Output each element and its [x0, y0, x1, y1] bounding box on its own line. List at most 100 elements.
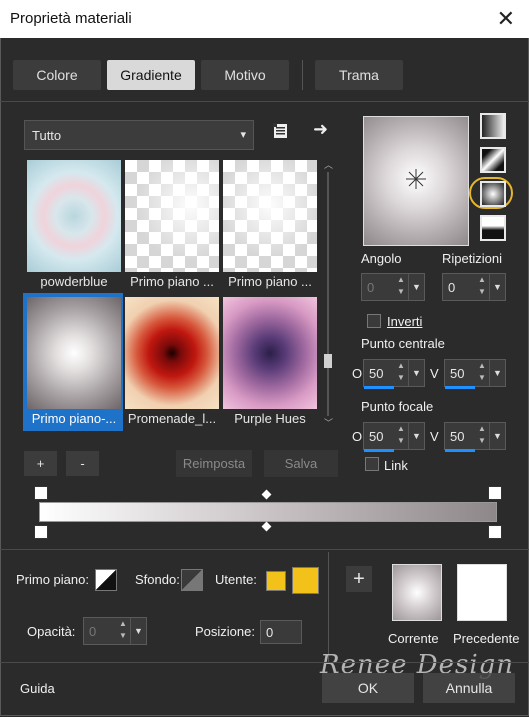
- center-horizontal-input[interactable]: 50 ▲ ▼ ▼: [363, 359, 425, 389]
- value-bar: [445, 449, 475, 452]
- spinner-arrows-icon[interactable]: ▲ ▼: [394, 423, 408, 449]
- swatch-preview: [223, 160, 317, 272]
- link-checkbox[interactable]: [365, 457, 379, 471]
- tab-gradiente[interactable]: Gradiente: [107, 60, 195, 90]
- tab-colore[interactable]: Colore: [13, 60, 101, 90]
- focal-horizontal-input[interactable]: 50 ▲ ▼ ▼: [363, 422, 425, 452]
- background-swatch[interactable]: [181, 569, 203, 591]
- focal-point-label: Punto focale: [361, 399, 434, 414]
- current-material-preview[interactable]: [392, 564, 442, 621]
- value-bar: [445, 386, 475, 389]
- gradient-list-scrollbar[interactable]: ︿ ﹀: [322, 158, 334, 430]
- chevron-down-icon[interactable]: ▼: [408, 274, 424, 300]
- center-o-value: 50: [369, 366, 384, 381]
- spinner-arrows-icon[interactable]: ▲ ▼: [475, 360, 489, 386]
- divider: [0, 101, 529, 102]
- center-point-icon: [406, 169, 426, 189]
- chevron-down-icon[interactable]: ▼: [408, 423, 424, 449]
- gradient-swatch-primo-piano-1[interactable]: Primo piano ...: [125, 160, 219, 289]
- reset-button[interactable]: Reimposta: [176, 450, 252, 477]
- foreground-swatch[interactable]: [95, 569, 117, 591]
- gradient-swatch-purple-hues[interactable]: Purple Hues: [223, 297, 317, 426]
- gradient-swatch-promenade[interactable]: Promenade_l...: [125, 297, 219, 426]
- angle-input[interactable]: 0 ▲ ▼ ▼: [361, 273, 425, 301]
- invert-checkbox[interactable]: [367, 314, 381, 328]
- position-input[interactable]: 0: [260, 620, 302, 644]
- gradient-editor-bar[interactable]: [39, 502, 497, 522]
- category-value: Tutto: [32, 128, 62, 143]
- link-label: Link: [384, 458, 408, 473]
- repeats-label: Ripetizioni: [442, 251, 502, 266]
- close-icon[interactable]: ✕: [497, 6, 515, 32]
- chevron-down-icon[interactable]: ▼: [489, 360, 505, 386]
- gradient-swatch-powderblue[interactable]: powderblue: [27, 160, 121, 289]
- swatch-label: powderblue: [40, 274, 108, 289]
- spinner-arrows-icon[interactable]: ▲ ▼: [475, 274, 489, 300]
- spinner-arrows-icon[interactable]: ▲ ▼: [394, 360, 408, 386]
- chevron-down-icon[interactable]: ▼: [408, 360, 424, 386]
- scroll-down-icon[interactable]: ﹀: [324, 416, 333, 429]
- user-color-large-swatch[interactable]: [292, 567, 319, 594]
- center-v-value: 50: [450, 366, 465, 381]
- scroll-up-icon[interactable]: ︿: [324, 158, 333, 171]
- gradient-swatch-primo-piano-selected[interactable]: Primo piano-...: [27, 297, 121, 426]
- user-color-swatch[interactable]: [266, 571, 286, 591]
- gradient-preview[interactable]: [363, 116, 469, 246]
- color-stop-left-icon[interactable]: [34, 525, 48, 539]
- tab-motivo[interactable]: Motivo: [201, 60, 289, 90]
- swatch-preview: [125, 297, 219, 409]
- focal-o-value: 50: [369, 429, 384, 444]
- save-button[interactable]: Salva: [264, 450, 338, 477]
- position-value: 0: [266, 625, 274, 640]
- background-label: Sfondo:: [135, 572, 180, 587]
- chevron-down-icon[interactable]: ▼: [130, 618, 146, 644]
- tab-separator: [302, 60, 303, 90]
- scroll-thumb[interactable]: [324, 354, 332, 368]
- swatch-label: Promenade_l...: [127, 411, 217, 426]
- swatch-preview: [125, 160, 219, 272]
- opacity-stop-left-icon[interactable]: [34, 486, 48, 500]
- color-stop-right-icon[interactable]: [488, 525, 502, 539]
- opacity-input[interactable]: 0 ▲ ▼ ▼: [83, 617, 147, 645]
- user-label: Utente:: [215, 572, 257, 587]
- chevron-down-icon[interactable]: ▼: [489, 274, 505, 300]
- title-bar: Proprietà materiali ✕: [0, 0, 529, 38]
- repeats-input[interactable]: 0 ▲ ▼ ▼: [442, 273, 506, 301]
- arrow-right-icon[interactable]: ➜: [313, 119, 328, 140]
- gradient-list: powderblue Primo piano ... Primo piano .…: [23, 156, 323, 434]
- cancel-button[interactable]: Annulla: [423, 673, 515, 703]
- gradient-swatch-primo-piano-2[interactable]: Primo piano ...: [223, 160, 317, 289]
- spinner-arrows-icon[interactable]: ▲ ▼: [475, 423, 489, 449]
- linear-gradient-type-button[interactable]: [480, 113, 506, 139]
- current-label: Corrente: [388, 631, 439, 646]
- opacity-label: Opacità:: [27, 624, 76, 639]
- window-title: Proprietà materiali: [10, 10, 132, 27]
- spinner-arrows-icon[interactable]: ▲ ▼: [394, 274, 408, 300]
- previous-material-preview[interactable]: [457, 564, 507, 621]
- rectangular-gradient-type-button[interactable]: [480, 147, 506, 173]
- sunburst-gradient-type-button[interactable]: [480, 215, 506, 241]
- tab-trama[interactable]: Trama: [315, 60, 403, 90]
- focal-vertical-input[interactable]: 50 ▲ ▼ ▼: [444, 422, 506, 452]
- swatch-preview: [223, 297, 317, 409]
- radial-gradient-type-button[interactable]: [480, 181, 506, 207]
- add-gradient-button[interactable]: +: [24, 451, 57, 476]
- library-icon[interactable]: [272, 122, 290, 140]
- remove-gradient-button[interactable]: -: [66, 451, 99, 476]
- help-link[interactable]: Guida: [20, 681, 55, 696]
- ok-button[interactable]: OK: [322, 673, 414, 703]
- focal-v-label: V: [430, 429, 439, 444]
- scroll-track: [327, 172, 329, 416]
- value-bar: [364, 449, 394, 452]
- opacity-stop-right-icon[interactable]: [488, 486, 502, 500]
- category-dropdown[interactable]: Tutto ▾: [24, 120, 254, 150]
- add-to-swatches-button[interactable]: +: [346, 566, 372, 592]
- center-v-label: V: [430, 366, 439, 381]
- center-o-label: O: [352, 366, 363, 381]
- value-bar: [364, 386, 394, 389]
- spinner-arrows-icon[interactable]: ▲ ▼: [116, 618, 130, 644]
- position-label: Posizione:: [195, 624, 255, 639]
- chevron-down-icon[interactable]: ▼: [489, 423, 505, 449]
- swatch-preview: [27, 297, 121, 409]
- center-vertical-input[interactable]: 50 ▲ ▼ ▼: [444, 359, 506, 389]
